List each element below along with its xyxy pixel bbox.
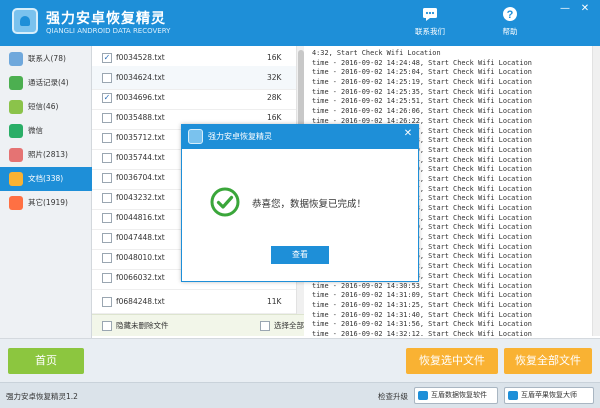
help-label: 帮助 <box>502 27 518 36</box>
document-icon <box>9 172 23 186</box>
log-line: time - 2016-09-02 14:25:51, Start Check … <box>312 97 532 106</box>
dialog-header: 强力安卓恢复精灵 ✕ <box>182 125 418 149</box>
row-checkbox[interactable] <box>102 73 112 83</box>
list-item[interactable]: f0684248.txt 11K <box>92 290 296 314</box>
other-icon <box>9 196 23 210</box>
row-checkbox[interactable] <box>102 273 112 283</box>
home-button[interactable]: 首页 <box>8 348 84 374</box>
action-bar: 首页 恢复选中文件 恢复全部文件 <box>0 338 600 382</box>
phone-icon <box>9 76 23 90</box>
log-line: time - 2016-09-02 14:26:06, Start Check … <box>312 107 532 116</box>
shield-icon <box>418 391 428 400</box>
check-update-link[interactable]: 检查升级 <box>378 391 408 402</box>
row-checkbox[interactable] <box>102 253 112 263</box>
sidebar-item-wechat[interactable]: 微信 <box>0 119 92 143</box>
sidebar-item-label: 微信 <box>28 126 43 135</box>
sms-icon <box>9 100 23 114</box>
sidebar-item-call-log[interactable]: 通话记录(4) <box>0 71 92 95</box>
row-checkbox[interactable] <box>102 173 112 183</box>
promo-data-recovery-button[interactable]: 互盾数据恢复软件 <box>414 387 498 404</box>
hide-deleted-checkbox[interactable] <box>102 321 112 331</box>
log-line: time - 2016-09-02 14:31:40, Start Check … <box>312 310 532 319</box>
sidebar-item-contacts[interactable]: 联系人(78) <box>0 47 92 71</box>
category-sidebar: 联系人(78) 通话记录(4) 短信(46) 微信 照片(2813) 文档(33… <box>0 46 92 343</box>
dialog-message: 恭喜您，数据恢复已完成！ <box>252 199 367 210</box>
row-checkbox[interactable] <box>102 213 112 223</box>
log-line: time - 2016-09-02 14:31:25, Start Check … <box>312 300 532 309</box>
app-logo-icon <box>12 8 38 34</box>
app-subtitle: QIANGLI ANDROID DATA RECOVERY <box>46 27 171 35</box>
contact-us-label: 联系我们 <box>415 27 445 36</box>
photo-icon <box>9 148 23 162</box>
select-all-label: 选择全部 <box>274 321 304 330</box>
help-button[interactable]: ? 帮助 <box>490 6 530 42</box>
select-all-checkbox[interactable] <box>260 321 270 331</box>
recover-all-button[interactable]: 恢复全部文件 <box>504 348 592 374</box>
sidebar-item-other[interactable]: 其它(1919) <box>0 191 92 215</box>
row-checkbox[interactable] <box>102 193 112 203</box>
promo-label: 互盾苹果恢复大师 <box>521 391 577 399</box>
sidebar-item-documents[interactable]: 文档(338) <box>0 167 92 191</box>
version-label: 强力安卓恢复精灵1.2 <box>6 392 78 401</box>
sidebar-item-label: 通话记录(4) <box>28 78 69 87</box>
log-line: time - 2016-09-02 14:25:04, Start Check … <box>312 68 532 77</box>
sidebar-item-label: 文档(338) <box>28 174 64 183</box>
row-checkbox[interactable] <box>102 297 112 307</box>
hide-deleted-label: 隐藏未删除文件 <box>116 321 169 330</box>
completion-dialog: 强力安卓恢复精灵 ✕ 恭喜您，数据恢复已完成！ 查看 <box>181 124 419 282</box>
log-line: time - 2016-09-02 14:31:56, Start Check … <box>312 320 532 329</box>
log-line: time - 2016-09-02 14:24:48, Start Check … <box>312 58 532 67</box>
file-list-footer: 隐藏未删除文件 选择全部 <box>92 314 304 336</box>
sidebar-item-label: 短信(46) <box>28 102 59 111</box>
log-line: time - 2016-09-02 14:25:19, Start Check … <box>312 78 532 87</box>
apple-icon <box>508 391 518 400</box>
contacts-icon <box>9 52 23 66</box>
app-logo-icon <box>188 129 203 144</box>
close-window-button[interactable]: ✕ <box>578 3 592 15</box>
contact-us-button[interactable]: 联系我们 <box>410 6 450 42</box>
log-scrollbar[interactable] <box>592 46 600 336</box>
dialog-title: 强力安卓恢复精灵 <box>208 132 272 141</box>
log-line: time - 2016-09-02 14:32:12, Start Check … <box>312 329 532 336</box>
row-checkbox[interactable]: ✓ <box>102 53 112 63</box>
log-line: time - 2016-09-02 14:30:53, Start Check … <box>312 281 532 290</box>
file-name: f0066032.txt <box>116 273 165 282</box>
row-checkbox[interactable] <box>102 153 112 163</box>
svg-text:?: ? <box>507 9 514 21</box>
row-checkbox[interactable] <box>102 133 112 143</box>
status-bar: 强力安卓恢复精灵1.2 检查升级 互盾数据恢复软件 互盾苹果恢复大师 <box>0 382 600 408</box>
question-icon: ? <box>503 7 517 21</box>
recover-selected-button[interactable]: 恢复选中文件 <box>406 348 498 374</box>
promo-label: 互盾数据恢复软件 <box>431 391 487 399</box>
view-button[interactable]: 查看 <box>271 246 329 264</box>
sidebar-item-label: 照片(2813) <box>28 150 68 159</box>
check-circle-icon <box>210 187 240 217</box>
chat-icon <box>423 8 437 21</box>
sidebar-item-sms[interactable]: 短信(46) <box>0 95 92 119</box>
sidebar-item-label: 联系人(78) <box>28 54 66 63</box>
title-bar: 强力安卓恢复精灵 QIANGLI ANDROID DATA RECOVERY 联… <box>0 0 600 46</box>
sidebar-item-label: 其它(1919) <box>28 198 68 207</box>
log-line: 4:32, Start Check Wifi Location <box>312 49 441 57</box>
file-size: 11K <box>267 297 282 306</box>
promo-iphone-recovery-button[interactable]: 互盾苹果恢复大师 <box>504 387 594 404</box>
row-checkbox[interactable]: ✓ <box>102 93 112 103</box>
dialog-close-button[interactable]: ✕ <box>402 128 414 140</box>
sidebar-item-photos[interactable]: 照片(2813) <box>0 143 92 167</box>
file-name: f0684248.txt <box>116 297 165 306</box>
log-line: time - 2016-09-02 14:25:35, Start Check … <box>312 87 532 96</box>
row-checkbox[interactable] <box>102 233 112 243</box>
row-checkbox[interactable] <box>102 113 112 123</box>
log-line: time - 2016-09-02 14:31:09, Start Check … <box>312 291 532 300</box>
minimize-button[interactable]: — <box>558 3 572 15</box>
wechat-icon <box>9 124 23 138</box>
app-title: 强力安卓恢复精灵 <box>46 11 166 27</box>
